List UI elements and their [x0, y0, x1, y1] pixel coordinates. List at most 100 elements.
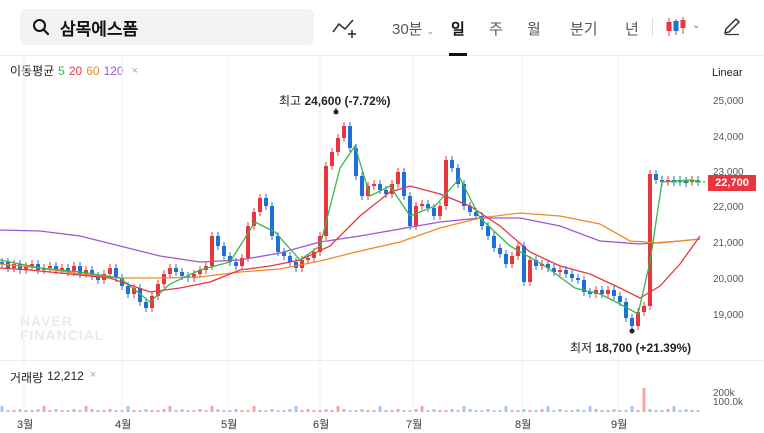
- volume-bar: [276, 410, 280, 412]
- candle-body: [108, 268, 112, 274]
- volume-bar: [210, 406, 214, 412]
- volume-axis-tick: 100.0k: [713, 397, 744, 408]
- volume-bar: [378, 406, 382, 412]
- stock-search-box[interactable]: 삼목에스폼: [20, 9, 314, 45]
- volume-bar: [240, 410, 244, 412]
- low-marker: [629, 328, 635, 334]
- search-query[interactable]: 삼목에스폼: [60, 15, 138, 40]
- volume-bar: [642, 388, 646, 412]
- tab-30min[interactable]: 30분 ⌄: [392, 18, 434, 39]
- volume-bar: [306, 409, 310, 412]
- tab-day[interactable]: 일: [451, 18, 465, 39]
- low-annotation: 최저 18,700 (+21.39%): [570, 339, 691, 356]
- tab-quarter[interactable]: 분기: [570, 18, 598, 39]
- volume-bar: [474, 410, 478, 412]
- x-axis-month-label: 6월: [313, 419, 330, 431]
- candle-body: [372, 184, 376, 186]
- volume-bar: [198, 409, 202, 412]
- volume-bar: [318, 410, 322, 412]
- x-axis-month-label: 4월: [115, 419, 132, 431]
- volume-bar: [528, 410, 532, 412]
- tab-30min-label: 30분: [392, 21, 423, 38]
- volume-bar: [102, 410, 106, 412]
- candle-body: [330, 152, 334, 166]
- candle-body: [378, 184, 382, 190]
- volume-bar: [672, 406, 676, 412]
- volume-bar: [300, 410, 304, 412]
- candle-body: [216, 236, 220, 246]
- volume-legend[interactable]: 거래량 12,212 ×: [10, 369, 96, 386]
- volume-bar: [144, 409, 148, 412]
- candle-body: [276, 236, 280, 252]
- high-value: 24,600 (-7.72%): [304, 94, 391, 108]
- candle-body: [504, 254, 508, 264]
- pencil-edit-icon[interactable]: [722, 16, 742, 36]
- volume-bar: [600, 410, 604, 412]
- volume-bar: [348, 410, 352, 412]
- volume-bar: [288, 409, 292, 412]
- x-axis-month-label: 8월: [515, 419, 532, 431]
- chevron-down-icon: ⌄: [426, 26, 435, 36]
- volume-bar: [516, 410, 520, 412]
- volume-bar: [408, 410, 412, 412]
- volume-bar: [492, 410, 496, 412]
- draw-tool-icon[interactable]: [331, 16, 357, 40]
- candle-body: [180, 272, 184, 276]
- x-axis-month-label: 3월: [17, 419, 34, 431]
- price-axis-tick: 20,000: [713, 274, 744, 285]
- chevron-down-icon[interactable]: ⌄: [692, 20, 700, 31]
- volume-bar: [618, 410, 622, 412]
- volume-bar: [66, 410, 70, 412]
- low-value: 18,700 (+21.39%): [595, 341, 692, 355]
- candle-body: [600, 290, 604, 294]
- volume-bar: [24, 410, 28, 412]
- volume-bar: [228, 410, 232, 412]
- price-chart[interactable]: [0, 56, 764, 433]
- tab-month[interactable]: 월: [527, 18, 541, 39]
- candle-body: [48, 266, 52, 268]
- search-icon[interactable]: [32, 18, 50, 36]
- volume-bar: [312, 410, 316, 412]
- volume-bar: [414, 409, 418, 412]
- volume-bar: [384, 410, 388, 412]
- x-axis-month-label: 9월: [611, 419, 628, 431]
- volume-bar: [18, 409, 22, 412]
- low-prefix: 최저: [570, 341, 593, 355]
- volume-label: 거래량: [10, 371, 44, 385]
- volume-bar: [450, 409, 454, 412]
- volume-value: 12,212: [47, 369, 84, 383]
- volume-bar: [396, 409, 400, 412]
- volume-bar: [444, 410, 448, 412]
- candle-body: [564, 270, 568, 274]
- price-axis-tick: 22,000: [713, 202, 744, 213]
- tab-week[interactable]: 주: [489, 18, 503, 39]
- candle-body: [426, 204, 430, 208]
- price-axis-tick: 19,000: [713, 310, 744, 321]
- volume-bar: [588, 406, 592, 412]
- candle-body: [612, 290, 616, 296]
- volume-bar: [156, 410, 160, 412]
- price-axis-tick: 21,000: [713, 238, 744, 249]
- candle-body: [618, 296, 622, 302]
- candle-body: [624, 302, 628, 318]
- volume-bar: [504, 406, 508, 412]
- close-icon[interactable]: ×: [90, 369, 96, 386]
- candle-body: [348, 126, 352, 148]
- candle-body: [258, 198, 262, 212]
- volume-bar: [264, 410, 268, 412]
- volume-bar: [456, 410, 460, 412]
- volume-bar: [486, 409, 490, 412]
- volume-bar: [468, 409, 472, 412]
- volume-bar: [576, 409, 580, 412]
- volume-bar: [462, 406, 466, 412]
- volume-bar: [546, 406, 550, 412]
- candle-body: [570, 274, 574, 278]
- volume-bar: [6, 410, 10, 412]
- volume-bar: [42, 406, 46, 412]
- top-toolbar: 삼목에스폼 30분 ⌄ 일 주 월 분기 년 ⌄: [0, 0, 764, 56]
- candlestick-chart-type-icon[interactable]: [664, 16, 688, 38]
- volume-bar: [60, 410, 64, 412]
- tab-year[interactable]: 년: [625, 18, 639, 39]
- volume-bar: [294, 406, 298, 412]
- volume-bar: [696, 410, 700, 412]
